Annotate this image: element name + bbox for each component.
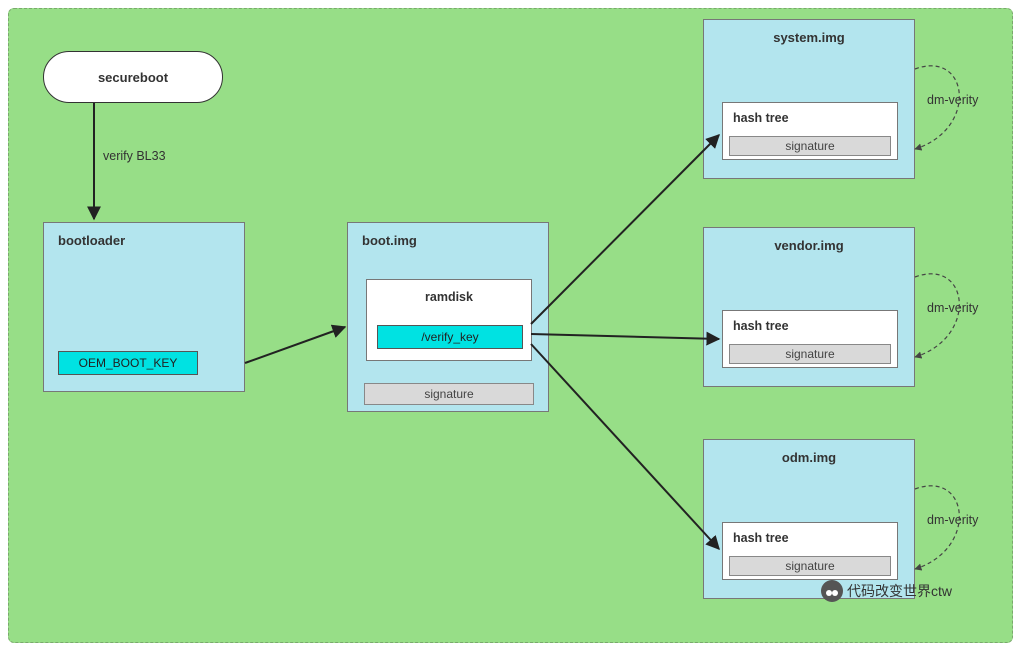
oem-boot-key-label: OEM_BOOT_KEY — [79, 356, 178, 370]
verify-key-label: /verify_key — [421, 330, 478, 344]
watermark-text: 代码改变世界ctw — [847, 581, 952, 601]
boot-img-signature-label: signature — [424, 387, 473, 401]
diagram-canvas: secureboot verify BL33 bootloader OEM_BO… — [8, 8, 1013, 643]
boot-img-title: boot.img — [348, 223, 548, 252]
edge-verifykey-odm — [531, 344, 719, 549]
odm-signature: signature — [729, 556, 891, 576]
ramdisk-title: ramdisk — [367, 280, 531, 306]
vendor-img-title: vendor.img — [704, 228, 914, 257]
system-hashtree-title: hash tree — [723, 103, 897, 127]
ramdisk-box: ramdisk /verify_key — [366, 279, 532, 361]
boot-img-signature: signature — [364, 383, 534, 405]
verify-key: /verify_key — [377, 325, 523, 349]
edge-bootloader-bootimg — [245, 327, 345, 363]
node-secureboot: secureboot — [43, 51, 223, 103]
secureboot-label: secureboot — [98, 70, 168, 85]
odm-signature-label: signature — [785, 559, 834, 573]
system-img-title: system.img — [704, 20, 914, 49]
node-odm-img: odm.img hash tree signature — [703, 439, 915, 599]
loop-odm — [915, 486, 959, 569]
system-hashtree-box: hash tree signature — [722, 102, 898, 160]
node-bootloader: bootloader OEM_BOOT_KEY — [43, 222, 245, 392]
edge-verifykey-system — [531, 135, 719, 324]
vendor-loop-label: dm-verity — [927, 301, 978, 315]
edge-verifykey-vendor — [531, 334, 719, 339]
vendor-hashtree-title: hash tree — [723, 311, 897, 335]
vendor-signature-label: signature — [785, 347, 834, 361]
loop-system — [915, 66, 959, 149]
system-loop-label: dm-verity — [927, 93, 978, 107]
node-system-img: system.img hash tree signature — [703, 19, 915, 179]
oem-boot-key: OEM_BOOT_KEY — [58, 351, 198, 375]
wechat-icon — [821, 580, 843, 602]
odm-loop-label: dm-verity — [927, 513, 978, 527]
node-boot-img: boot.img ramdisk /verify_key signature — [347, 222, 549, 412]
node-vendor-img: vendor.img hash tree signature — [703, 227, 915, 387]
loop-vendor — [915, 274, 959, 357]
bootloader-title: bootloader — [44, 223, 244, 252]
vendor-hashtree-box: hash tree signature — [722, 310, 898, 368]
odm-hashtree-box: hash tree signature — [722, 522, 898, 580]
system-signature: signature — [729, 136, 891, 156]
edge-label-verify-bl33: verify BL33 — [103, 149, 166, 163]
odm-img-title: odm.img — [704, 440, 914, 469]
vendor-signature: signature — [729, 344, 891, 364]
system-signature-label: signature — [785, 139, 834, 153]
odm-hashtree-title: hash tree — [723, 523, 897, 547]
watermark: 代码改变世界ctw — [821, 580, 952, 602]
